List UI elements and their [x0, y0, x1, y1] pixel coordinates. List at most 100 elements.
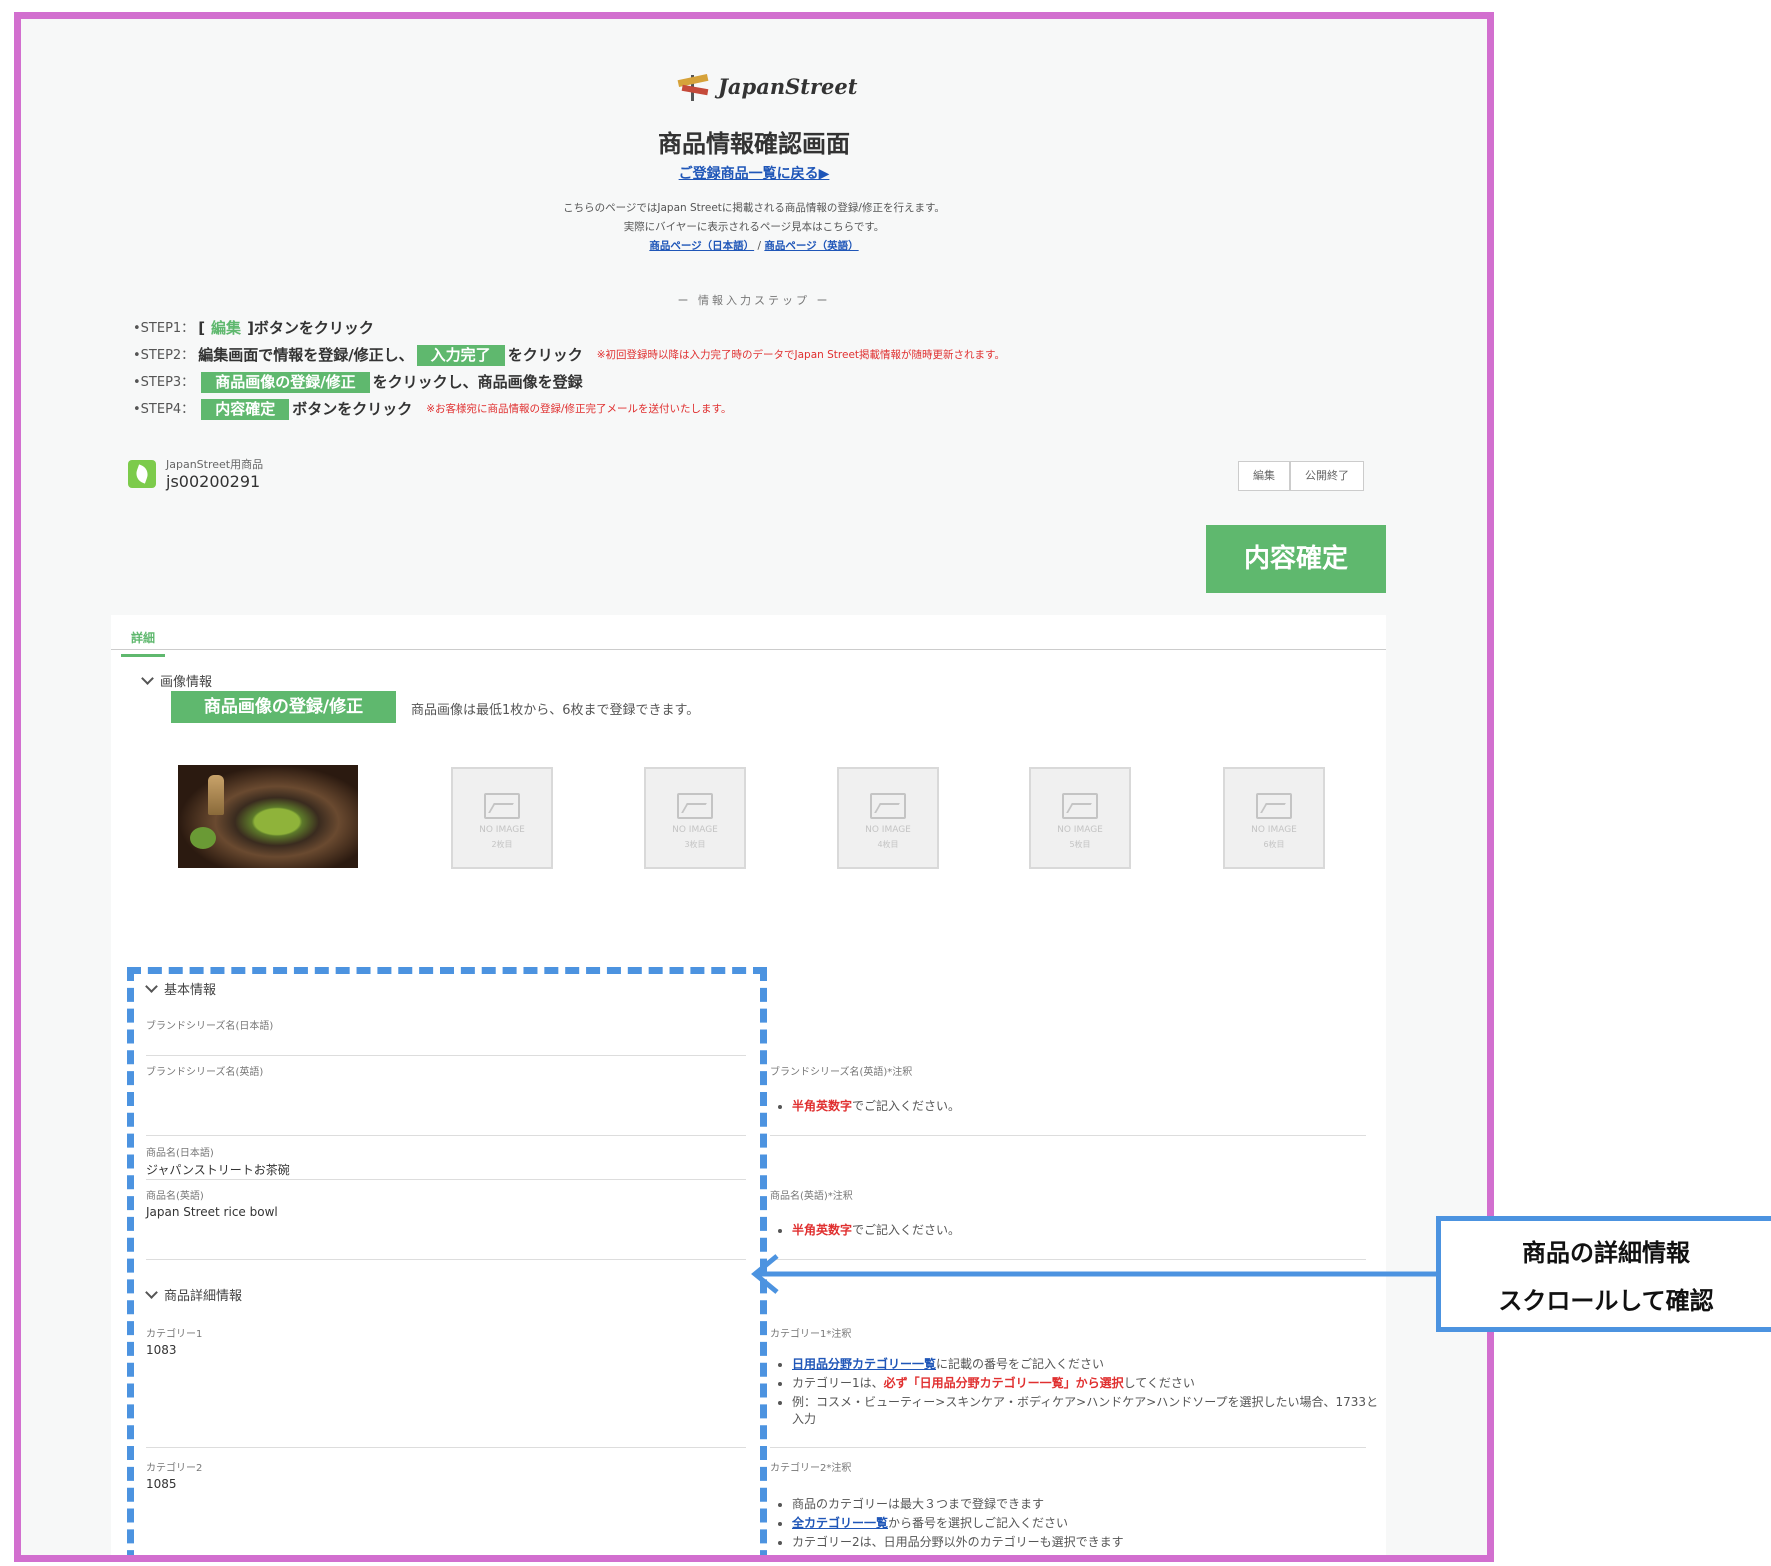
- arrow-left-icon: [751, 1254, 1440, 1294]
- product-image-matcha[interactable]: [178, 765, 358, 868]
- step-1-bracket: [: [198, 319, 206, 337]
- action-buttons: 編集 公開終了: [1238, 461, 1364, 491]
- chevron-down-icon: [141, 672, 154, 685]
- note-text: してください: [1123, 1376, 1195, 1390]
- no-image-slot-2[interactable]: NO IMAGE 2枚目: [451, 767, 553, 869]
- slot-count: 5枚目: [1069, 840, 1091, 849]
- register-image-button[interactable]: 商品画像の登録/修正: [171, 691, 396, 723]
- no-image-label: NO IMAGE: [865, 825, 911, 835]
- steps-list: •STEP1： [ 編集 ]ボタンをクリック •STEP2： 編集画面で情報を登…: [133, 315, 1005, 423]
- note-text: でご記入ください。: [852, 1099, 961, 1113]
- page-frame: JapanStreet 商品情報確認画面 ご登録商品一覧に戻る▶ こちらのページ…: [14, 12, 1494, 1562]
- category1-note-label: カテゴリー1*注釈: [770, 1329, 852, 1340]
- product-type-label: JapanStreet用商品: [166, 458, 264, 471]
- product-page-en-link[interactable]: 商品ページ（英語）: [764, 240, 858, 252]
- category1-note-1: 日用品分野カテゴリー一覧に記載の番号をご記入ください: [792, 1355, 1382, 1372]
- image-placeholder-icon: [484, 793, 520, 819]
- step-2-complete-badge: 入力完了: [416, 345, 505, 366]
- step-3: •STEP3： 商品画像の登録/修正 をクリックし、商品画像を登録: [133, 369, 1005, 396]
- image-placeholder-icon: [870, 793, 906, 819]
- step-3-text: をクリックし、商品画像を登録: [372, 373, 583, 391]
- intro-text: こちらのページではJapan Streetに掲載される商品情報の登録/修正を行え…: [21, 199, 1487, 256]
- callout-line-1: 商品の詳細情報: [1522, 1239, 1690, 1267]
- edit-button[interactable]: 編集: [1238, 461, 1290, 491]
- callout-line-2: スクロールして確認: [1498, 1287, 1714, 1315]
- no-image-slot-3[interactable]: NO IMAGE 3枚目: [644, 767, 746, 869]
- brand-logo[interactable]: JapanStreet: [676, 71, 857, 101]
- brand-name: JapanStreet: [718, 73, 858, 99]
- divider: [770, 1135, 1366, 1136]
- unpublish-button[interactable]: 公開終了: [1290, 461, 1364, 491]
- note-text: カテゴリー1は、: [792, 1376, 884, 1390]
- category1-note-2: カテゴリー1は、必ず「日用品分野カテゴリー一覧」から選択してください: [792, 1374, 1382, 1391]
- page-title: 商品情報確認画面: [658, 130, 850, 158]
- slot-count: 6枚目: [1263, 840, 1285, 849]
- product-page-jp-link[interactable]: 商品ページ（日本語）: [649, 240, 754, 252]
- note-red-text: 半角英数字: [792, 1099, 853, 1113]
- step-3-label: •STEP3：: [133, 375, 195, 390]
- note-text: に記載の番号をご記入ください: [936, 1357, 1105, 1371]
- all-category-list-link[interactable]: 全カテゴリー一覧: [792, 1516, 888, 1530]
- leaf-icon: [128, 459, 156, 488]
- daily-category-list-link[interactable]: 日用品分野カテゴリー一覧: [792, 1357, 936, 1371]
- confirm-content-button[interactable]: 内容確定: [1206, 525, 1386, 593]
- signpost-icon: [676, 71, 712, 101]
- name-en-note-label: 商品名(英語)*注釈: [770, 1191, 853, 1202]
- step-2-label: •STEP2：: [133, 348, 195, 363]
- category2-note-label: カテゴリー2*注釈: [770, 1463, 852, 1474]
- note-text: でご記入ください。: [852, 1223, 961, 1237]
- link-separator: /: [757, 240, 762, 252]
- category2-notes: 商品のカテゴリーは最大３つまで登録できます 全カテゴリー一覧から番号を選択しご記…: [772, 1493, 1382, 1552]
- tab-detail[interactable]: 詳細: [121, 621, 166, 657]
- step-1-text: ]ボタンをクリック: [247, 319, 374, 337]
- no-image-label: NO IMAGE: [479, 825, 525, 835]
- step-4-note: ※お客様宛に商品情報の登録/修正完了メールを送付いたします。: [426, 403, 732, 415]
- intro-line-1: こちらのページではJapan Streetに掲載される商品情報の登録/修正を行え…: [563, 202, 945, 214]
- product-code: js00200291: [166, 472, 261, 491]
- no-image-slot-5[interactable]: NO IMAGE 5枚目: [1029, 767, 1131, 869]
- image-placeholder-icon: [677, 793, 713, 819]
- category2-note-3: カテゴリー2は、日用品分野以外のカテゴリーも選択できます: [792, 1533, 1382, 1550]
- divider: [770, 1447, 1366, 1448]
- note-red-text: 必ず「日用品分野カテゴリー一覧」から選択: [883, 1376, 1124, 1390]
- no-image-label: NO IMAGE: [1251, 825, 1297, 835]
- slot-count: 4枚目: [877, 840, 899, 849]
- image-placeholder-icon: [1256, 793, 1292, 819]
- slot-count: 2枚目: [491, 840, 513, 849]
- annotation-callout: 商品の詳細情報 スクロールして確認: [1436, 1216, 1771, 1332]
- step-4-label: •STEP4：: [133, 402, 195, 417]
- no-image-label: NO IMAGE: [672, 825, 718, 835]
- intro-line-2: 実際にバイヤーに表示されるページ見本はこちらです。: [623, 221, 885, 233]
- no-image-slot-4[interactable]: NO IMAGE 4枚目: [837, 767, 939, 869]
- brand-en-note-label: ブランドシリーズ名(英語)*注釈: [770, 1067, 913, 1078]
- step-1-label: •STEP1：: [133, 321, 195, 336]
- step-1-edit-text: 編集: [211, 319, 242, 337]
- no-image-label: NO IMAGE: [1057, 825, 1103, 835]
- step-2: •STEP2： 編集画面で情報を登録/修正し、 入力完了 をクリック ※初回登録…: [133, 342, 1005, 369]
- step-4-text: ボタンをクリック: [292, 400, 413, 418]
- image-placeholder-icon: [1062, 793, 1098, 819]
- step-2-note: ※初回登録時以降は入力完了時のデータでJapan Street掲載情報が随時更新…: [596, 349, 1005, 361]
- image-note: 商品画像は最低1枚から、6枚まで登録できます。: [411, 703, 700, 718]
- category2-note-2: 全カテゴリー一覧から番号を選択しご記入ください: [792, 1514, 1382, 1531]
- slot-count: 3枚目: [684, 840, 706, 849]
- tab-divider: [111, 649, 1386, 650]
- image-section-header[interactable]: 画像情報: [141, 671, 212, 690]
- note-red-text: 半角英数字: [792, 1223, 853, 1237]
- step-4-confirm-badge: 内容確定: [201, 399, 290, 420]
- steps-heading: ー 情報入力ステップ ー: [677, 294, 831, 307]
- step-2-text-post: をクリック: [507, 346, 583, 364]
- step-1: •STEP1： [ 編集 ]ボタンをクリック: [133, 315, 1005, 342]
- back-to-list-link[interactable]: ご登録商品一覧に戻る▶: [21, 163, 1487, 183]
- highlight-dashed-box: [127, 967, 767, 1555]
- category1-note-3: 例：コスメ・ビューティー>スキンケア・ボディケア>ハンドケア>ハンドソープを選択…: [792, 1393, 1382, 1427]
- step-4: •STEP4： 内容確定 ボタンをクリック ※お客様宛に商品情報の登録/修正完了…: [133, 396, 1005, 423]
- step-2-text: 編集画面で情報を登録/修正し、: [198, 346, 414, 364]
- no-image-slot-6[interactable]: NO IMAGE 6枚目: [1223, 767, 1325, 869]
- category2-note-1: 商品のカテゴリーは最大３つまで登録できます: [792, 1495, 1382, 1512]
- category1-notes: 日用品分野カテゴリー一覧に記載の番号をご記入ください カテゴリー1は、必ず「日用…: [772, 1353, 1382, 1429]
- brand-en-note-item: 半角英数字でご記入ください。: [792, 1097, 960, 1114]
- product-id-block: JapanStreet用商品 js00200291: [128, 456, 263, 491]
- note-text: から番号を選択しご記入ください: [888, 1516, 1069, 1530]
- name-en-note: 半角英数字でご記入ください。: [772, 1219, 960, 1240]
